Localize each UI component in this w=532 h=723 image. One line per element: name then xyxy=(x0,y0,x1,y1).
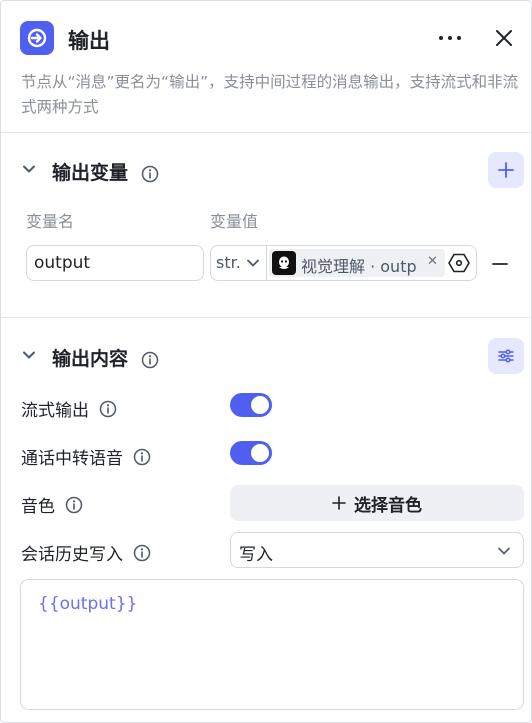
voice-label: 音色 xyxy=(21,497,55,517)
voice-conversion-toggle[interactable] xyxy=(230,441,272,465)
type-select[interactable]: str. xyxy=(211,246,267,280)
history-write-select[interactable]: 写入 xyxy=(230,532,524,568)
divider xyxy=(1,132,531,133)
output-node-icon xyxy=(20,21,54,55)
info-icon[interactable] xyxy=(133,544,151,562)
voice-conversion-row: 通话中转语音 xyxy=(21,444,151,469)
minus-icon xyxy=(492,263,508,265)
content-settings-button[interactable] xyxy=(488,338,524,374)
history-write-row: 会话历史写入 xyxy=(21,540,151,565)
section-title: 输出内容 xyxy=(52,344,159,371)
toggle-knob xyxy=(251,444,269,462)
output-content-header: 输出内容 xyxy=(1,338,531,374)
plus-icon xyxy=(332,496,346,510)
output-template-editor[interactable]: {{output}} xyxy=(20,579,524,710)
streaming-output-toggle[interactable] xyxy=(230,393,272,417)
select-voice-button[interactable]: 选择音色 xyxy=(230,485,524,521)
info-icon[interactable] xyxy=(141,165,159,183)
toggle-knob xyxy=(251,396,269,414)
chevron-down-icon xyxy=(498,547,510,555)
info-icon[interactable] xyxy=(99,400,117,418)
remove-variable-button[interactable] xyxy=(488,252,512,276)
page-title: 输出 xyxy=(68,29,110,53)
info-icon[interactable] xyxy=(65,496,83,514)
more-options-button[interactable] xyxy=(435,23,465,53)
voice-row: 音色 xyxy=(21,492,83,517)
divider xyxy=(1,317,531,318)
output-node-panel: 输出 节点从“消息”更名为“输出”，支持中间过程的消息输出，支持流式和非流式两种… xyxy=(0,0,532,723)
chevron-down-icon[interactable] xyxy=(21,347,37,363)
info-icon[interactable] xyxy=(141,351,159,369)
variable-value-field: str. 视觉理解 · output ✕ xyxy=(210,245,477,281)
panel-header: 输出 xyxy=(1,1,531,77)
sliders-icon xyxy=(498,349,514,363)
more-horizontal-icon xyxy=(439,36,461,40)
type-select-value: str. xyxy=(216,253,241,272)
chevron-down-icon xyxy=(247,259,259,267)
output-template-text: {{output}} xyxy=(38,594,138,614)
plus-icon xyxy=(498,162,514,178)
variable-picker-icon[interactable] xyxy=(448,252,470,274)
output-variables-title: 输出变量 xyxy=(52,162,129,184)
output-content-title: 输出内容 xyxy=(52,348,129,370)
close-icon xyxy=(496,30,512,46)
vision-model-avatar-icon xyxy=(272,251,296,275)
info-icon[interactable] xyxy=(133,448,151,466)
streaming-output-label: 流式输出 xyxy=(21,401,89,421)
variable-reference-text: 视觉理解 · output xyxy=(301,257,417,276)
history-write-value: 写入 xyxy=(239,545,273,565)
column-header-value: 变量值 xyxy=(210,212,259,231)
variable-name-value: output xyxy=(34,253,91,273)
output-variables-header: 输出变量 xyxy=(1,152,531,188)
remove-reference-icon[interactable]: ✕ xyxy=(427,254,438,269)
streaming-output-row: 流式输出 xyxy=(21,396,117,421)
chevron-down-icon[interactable] xyxy=(21,161,37,177)
node-description: 节点从“消息”更名为“输出”，支持中间过程的消息输出，支持流式和非流式两种方式 xyxy=(21,73,519,116)
select-voice-label: 选择音色 xyxy=(354,495,422,516)
voice-conversion-label: 通话中转语音 xyxy=(21,449,123,469)
history-write-label: 会话历史写入 xyxy=(21,545,123,565)
variable-reference-tag[interactable]: 视觉理解 · output ✕ xyxy=(269,249,445,277)
add-variable-button[interactable] xyxy=(488,152,524,188)
variable-name-input[interactable]: output xyxy=(26,245,204,281)
column-header-name: 变量名 xyxy=(26,212,75,231)
close-button[interactable] xyxy=(489,23,519,53)
section-title: 输出变量 xyxy=(52,158,159,185)
